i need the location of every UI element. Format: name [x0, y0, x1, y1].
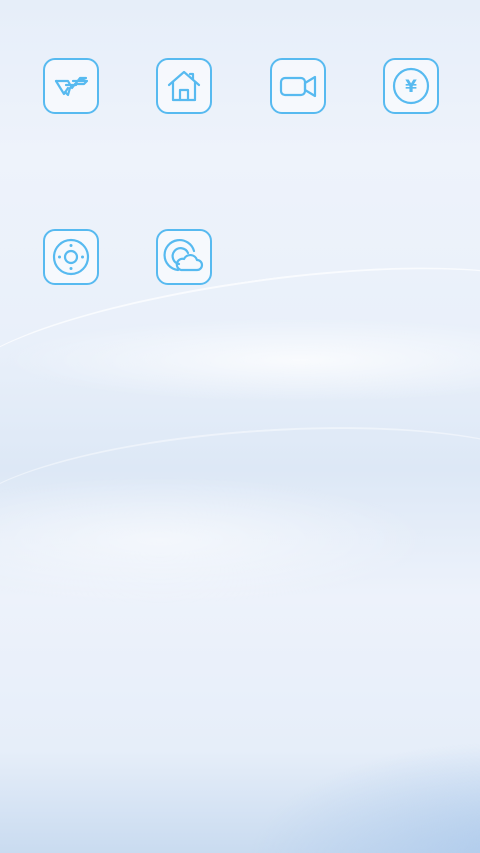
- remote-control-icon: [52, 238, 89, 276]
- wallpaper-wave: [0, 409, 480, 593]
- home-icon: [168, 70, 201, 102]
- app-row: [0, 229, 480, 400]
- app-weather[interactable]: [156, 229, 213, 285]
- app-remote[interactable]: [42, 229, 99, 285]
- app-video[interactable]: [269, 58, 326, 114]
- weather-cloud-icon: [163, 239, 204, 272]
- yen-symbol: ¥: [405, 77, 417, 97]
- app-row: ¥: [0, 58, 480, 229]
- yen-coin-icon: ¥: [393, 67, 430, 105]
- cf-logo-icon: [54, 76, 88, 97]
- video-camera-icon: [279, 75, 316, 98]
- app-icon-grid: ¥: [0, 58, 480, 400]
- app-home[interactable]: [156, 58, 213, 114]
- app-cf[interactable]: [42, 58, 99, 114]
- app-wallet[interactable]: ¥: [383, 58, 440, 114]
